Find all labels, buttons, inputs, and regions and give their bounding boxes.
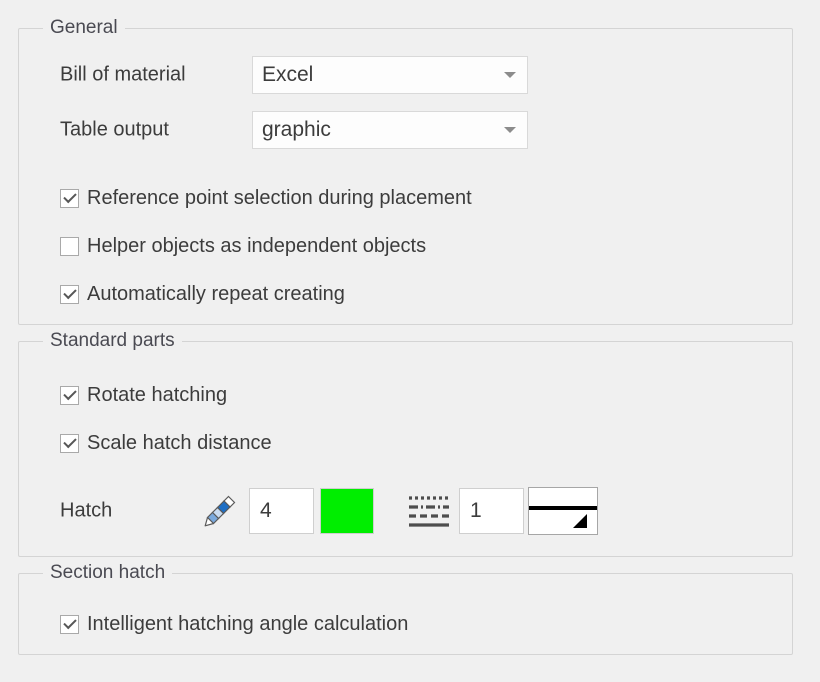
hatch-color-swatch[interactable]	[320, 488, 374, 534]
checkbox-rotate-hatching[interactable]	[60, 385, 79, 405]
hatch-scale-input[interactable]: 1	[459, 488, 524, 534]
checkbox-intelligent-hatching-angle[interactable]	[60, 614, 79, 634]
line-weight-box[interactable]	[528, 487, 598, 535]
group-general-title: General	[43, 18, 125, 38]
table-output-value: graphic	[262, 118, 331, 141]
hatch-scale-value: 1	[470, 499, 482, 522]
hatch-count-input[interactable]: 4	[249, 488, 314, 534]
checkbox-automatically-repeat-label: Automatically repeat creating	[87, 282, 345, 305]
checkbox-rotate-hatching-label: Rotate hatching	[87, 383, 228, 406]
chevron-down-icon[interactable]	[493, 127, 527, 133]
checkbox-scale-hatch-distance-label: Scale hatch distance	[87, 431, 272, 454]
group-standard-parts: Standard parts Rotate hatching Scale hat…	[18, 331, 793, 557]
group-general: General Bill of material Excel Table out…	[18, 18, 793, 325]
checkbox-row-rotate-hatching[interactable]: Rotate hatching	[60, 383, 227, 407]
table-output-combo[interactable]: graphic	[252, 111, 528, 149]
checkbox-reference-point-selection-label: Reference point selection during placeme…	[87, 186, 472, 209]
field-row-table-output: Table output graphic	[19, 110, 792, 150]
checkbox-row-reference-point-selection[interactable]: Reference point selection during placeme…	[60, 186, 472, 210]
hatch-count-value: 4	[260, 499, 272, 522]
group-standard-parts-title: Standard parts	[43, 331, 182, 351]
chevron-down-icon[interactable]	[493, 72, 527, 78]
checkbox-intelligent-hatching-angle-label: Intelligent hatching angle calculation	[87, 612, 409, 635]
checkbox-helper-objects[interactable]	[60, 236, 79, 256]
checkbox-helper-objects-label: Helper objects as independent objects	[87, 234, 427, 257]
checkbox-scale-hatch-distance[interactable]	[60, 433, 79, 453]
table-output-label: Table output	[60, 118, 169, 141]
bill-of-material-label: Bill of material	[60, 63, 186, 86]
checkbox-automatically-repeat[interactable]	[60, 284, 79, 304]
checkbox-row-scale-hatch-distance[interactable]: Scale hatch distance	[60, 431, 272, 455]
checkbox-row-intelligent-hatching-angle[interactable]: Intelligent hatching angle calculation	[60, 612, 408, 636]
checkbox-reference-point-selection[interactable]	[60, 188, 79, 208]
hatch-label: Hatch	[60, 499, 113, 522]
bill-of-material-combo[interactable]: Excel	[252, 56, 528, 94]
checkbox-row-automatically-repeat[interactable]: Automatically repeat creating	[60, 282, 345, 306]
settings-page: General Bill of material Excel Table out…	[0, 0, 820, 682]
checkbox-row-helper-objects[interactable]: Helper objects as independent objects	[60, 234, 426, 258]
group-section-hatch: Section hatch Intelligent hatching angle…	[18, 563, 793, 655]
bill-of-material-value: Excel	[262, 63, 314, 86]
hatch-settings-row: Hatch 4 1	[19, 487, 792, 535]
pencil-icon[interactable]	[201, 492, 239, 530]
field-row-bill-of-material: Bill of material Excel	[19, 55, 792, 95]
group-section-hatch-title: Section hatch	[43, 563, 173, 583]
line-type-icon[interactable]	[408, 494, 450, 528]
